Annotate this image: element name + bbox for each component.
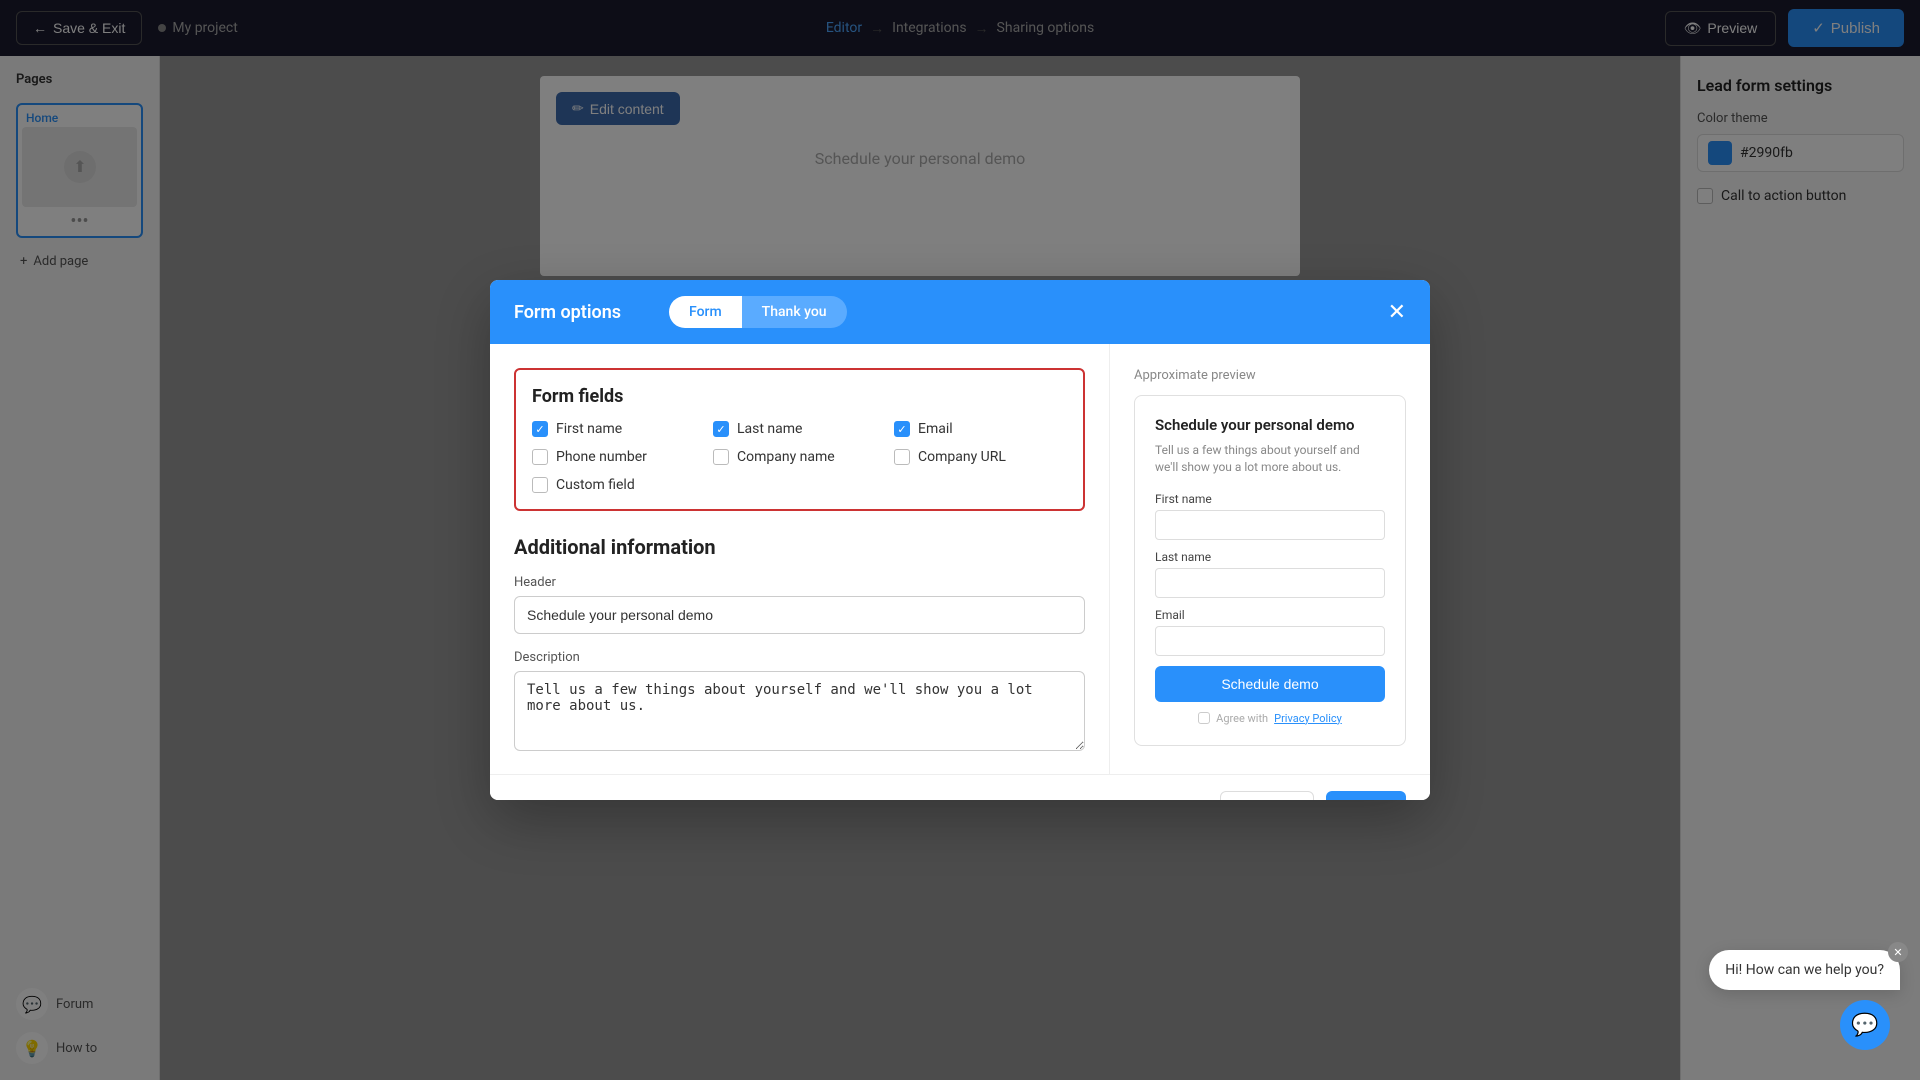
preview-submit-button: Schedule demo (1155, 666, 1385, 702)
modal-overlay: Form options Form Thank you ✕ Form field… (0, 0, 1920, 1080)
field-phone-checkbox[interactable] (532, 449, 548, 465)
field-last-name[interactable]: ✓ Last name (713, 421, 886, 437)
field-phone[interactable]: Phone number (532, 449, 705, 465)
form-fields-title: Form fields (532, 386, 1067, 407)
chat-bubble-button[interactable]: 💬 (1840, 1000, 1890, 1050)
preview-first-name-input (1155, 510, 1385, 540)
modal-footer: Cancel Save (490, 774, 1430, 800)
form-fields-box: Form fields ✓ First name ✓ (514, 368, 1085, 511)
description-textarea[interactable]: Tell us a few things about yourself and … (514, 671, 1085, 751)
form-fields-grid: ✓ First name ✓ Last name (532, 421, 1067, 493)
modal-title: Form options (514, 302, 621, 323)
chat-icon: 💬 (1851, 1013, 1878, 1038)
preview-email-label: Email (1155, 608, 1385, 622)
form-options-modal: Form options Form Thank you ✕ Form field… (490, 280, 1430, 800)
preview-card-desc: Tell us a few things about yourself and … (1155, 442, 1385, 476)
field-custom-checkbox[interactable] (532, 477, 548, 493)
check-mark-icon: ✓ (535, 423, 544, 436)
field-company-name[interactable]: Company name (713, 449, 886, 465)
field-first-name[interactable]: ✓ First name (532, 421, 705, 437)
preview-privacy: Agree with Privacy Policy (1155, 712, 1385, 725)
header-input[interactable] (514, 596, 1085, 634)
modal-header: Form options Form Thank you ✕ (490, 280, 1430, 344)
check-mark-icon-3: ✓ (897, 423, 906, 436)
check-mark-icon-2: ✓ (716, 423, 725, 436)
field-company-name-checkbox[interactable] (713, 449, 729, 465)
tab-form[interactable]: Form (669, 296, 742, 328)
header-field-label: Header (514, 575, 1085, 590)
field-email[interactable]: ✓ Email (894, 421, 1067, 437)
privacy-link[interactable]: Privacy Policy (1274, 712, 1342, 725)
field-first-name-checkbox[interactable]: ✓ (532, 421, 548, 437)
modal-tabs: Form Thank you (669, 296, 847, 328)
preview-title: Approximate preview (1134, 368, 1406, 383)
modal-right-panel: Approximate preview Schedule your person… (1110, 344, 1430, 774)
field-email-checkbox[interactable]: ✓ (894, 421, 910, 437)
save-button[interactable]: Save (1326, 791, 1406, 800)
cancel-button[interactable]: Cancel (1220, 791, 1314, 800)
field-company-url-checkbox[interactable] (894, 449, 910, 465)
additional-info-title: Additional information (514, 535, 1085, 559)
chat-tooltip: Hi! How can we help you? ✕ (1709, 950, 1900, 990)
privacy-checkbox (1198, 712, 1210, 724)
chat-tooltip-close[interactable]: ✕ (1888, 942, 1908, 962)
field-last-name-checkbox[interactable]: ✓ (713, 421, 729, 437)
description-field-label: Description (514, 650, 1085, 665)
tab-thankyou[interactable]: Thank you (742, 296, 847, 328)
preview-card: Schedule your personal demo Tell us a fe… (1134, 395, 1406, 746)
preview-card-title: Schedule your personal demo (1155, 416, 1385, 434)
field-custom[interactable]: Custom field (532, 477, 705, 493)
additional-info-section: Additional information Header Descriptio… (514, 535, 1085, 755)
preview-last-name-input (1155, 568, 1385, 598)
field-company-url[interactable]: Company URL (894, 449, 1067, 465)
preview-email-input (1155, 626, 1385, 656)
preview-first-name-label: First name (1155, 492, 1385, 506)
modal-close-button[interactable]: ✕ (1388, 301, 1406, 323)
modal-left-panel: Form fields ✓ First name ✓ (490, 344, 1110, 774)
modal-body: Form fields ✓ First name ✓ (490, 344, 1430, 774)
preview-last-name-label: Last name (1155, 550, 1385, 564)
